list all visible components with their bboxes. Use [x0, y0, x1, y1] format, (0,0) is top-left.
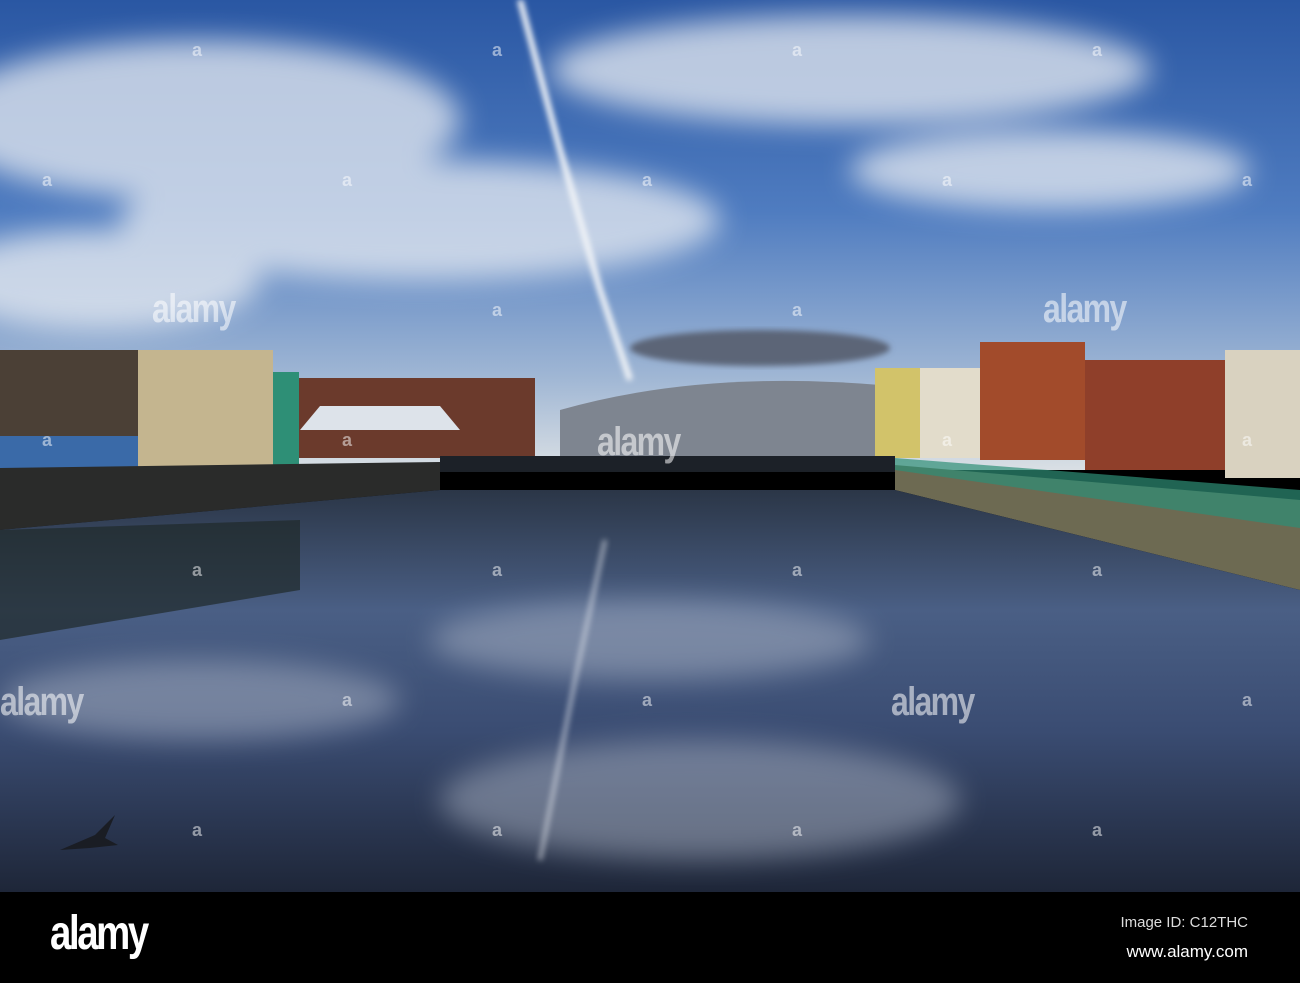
- watermark-mark: a: [342, 430, 353, 450]
- watermark-mark: a: [642, 690, 653, 710]
- watermark-mark: a: [192, 820, 203, 840]
- watermark-mark: a: [1092, 40, 1103, 60]
- watermark-mark: a: [42, 430, 53, 450]
- watermark-mark: a: [942, 430, 953, 450]
- watermark-mark: a: [492, 820, 503, 840]
- watermark-mark: a: [492, 560, 503, 580]
- footer-bar: alamy Image ID: C12THC www.alamy.com: [0, 892, 1300, 983]
- watermark-mark: a: [1242, 690, 1253, 710]
- alamy-logo: alamy: [50, 907, 149, 960]
- watermark-mark: a: [1242, 430, 1253, 450]
- watermark-mark: a: [642, 170, 653, 190]
- watermark-mark: a: [1092, 820, 1103, 840]
- watermark: alamy: [1043, 287, 1127, 331]
- image-id: Image ID: C12THC: [1120, 914, 1248, 931]
- watermark-mark: a: [1092, 560, 1103, 580]
- watermark-mark: a: [492, 300, 503, 320]
- watermark-mark: a: [192, 40, 203, 60]
- watermark: alamy: [0, 680, 84, 724]
- site-url: www.alamy.com: [1126, 942, 1248, 961]
- watermark-mark: a: [792, 820, 803, 840]
- watermark-mark: a: [342, 690, 353, 710]
- watermark: alamy: [597, 420, 681, 464]
- stock-photo: alamy alamy alamy alamy alamy a a a a a …: [0, 0, 1300, 983]
- watermark-mark: a: [1242, 170, 1253, 190]
- watermark-mark: a: [342, 170, 353, 190]
- watermark-mark: a: [492, 40, 503, 60]
- watermark: alamy: [891, 680, 975, 724]
- watermark-mark: a: [792, 300, 803, 320]
- watermark-mark: a: [792, 560, 803, 580]
- watermark-mark: a: [792, 40, 803, 60]
- watermark-mark: a: [42, 170, 53, 190]
- watermark: alamy: [152, 287, 236, 331]
- watermark-mark: a: [942, 170, 953, 190]
- watermark-mark: a: [192, 560, 203, 580]
